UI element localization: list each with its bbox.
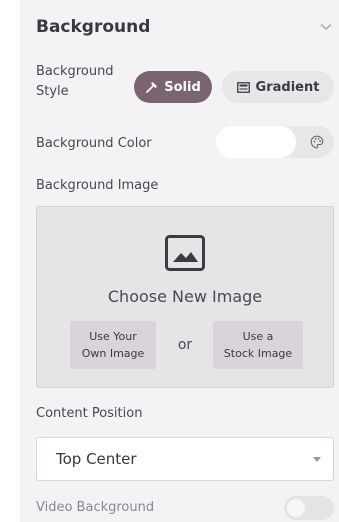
gradient-style-button[interactable]: Gradient [222, 71, 334, 103]
color-swatch[interactable] [216, 126, 296, 158]
use-stock-image-button[interactable]: Use a Stock Image [213, 321, 303, 369]
background-image-label: Background Image [36, 178, 159, 193]
video-background-label: Video Background [36, 500, 155, 515]
palette-icon[interactable] [310, 135, 324, 149]
image-icon[interactable] [165, 235, 205, 271]
content-position-label: Content Position [36, 406, 143, 421]
chevron-down-icon[interactable] [319, 20, 333, 34]
background-color-label: Background Color [36, 136, 152, 151]
eyedropper-icon [146, 81, 157, 93]
background-settings-panel: Background Background Style Solid Gradie… [20, 0, 339, 522]
video-background-toggle[interactable] [284, 496, 334, 520]
content-position-value: Top Center [56, 450, 137, 468]
background-section-header[interactable]: Background [36, 14, 333, 40]
background-style-label: Background Style [36, 64, 114, 99]
solid-style-button[interactable]: Solid [134, 71, 212, 103]
background-color-picker[interactable] [216, 126, 334, 158]
caret-down-icon [313, 457, 321, 462]
section-title: Background [36, 17, 151, 37]
choose-new-image-link[interactable]: Choose New Image [37, 287, 333, 306]
toggle-knob [287, 499, 305, 517]
gradient-icon [236, 81, 250, 93]
content-position-select[interactable]: Top Center [36, 437, 334, 481]
background-image-dropzone: Choose New Image Use Your Own Image or U… [36, 206, 334, 388]
solid-label: Solid [164, 79, 201, 95]
gradient-label: Gradient [255, 79, 320, 95]
